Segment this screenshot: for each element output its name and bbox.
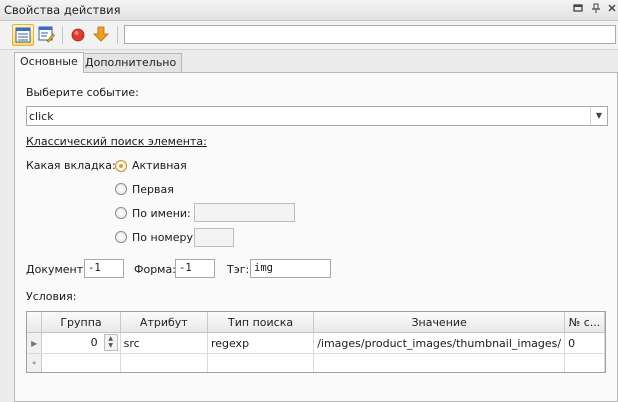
toolbar-separator — [117, 26, 118, 44]
tab-name-field[interactable] — [194, 203, 295, 222]
chevron-down-icon[interactable]: ▼ — [590, 107, 607, 125]
grid-corner — [27, 312, 43, 333]
column-header-attribute[interactable]: Атрибут — [120, 312, 208, 333]
document-field[interactable]: -1 — [84, 259, 124, 278]
table-row[interactable]: ▶ 0 ▲ ▼ src regexp /images/product_images… — [27, 332, 605, 354]
record-button[interactable] — [68, 24, 90, 46]
radio-by-number[interactable] — [115, 231, 127, 243]
pin-icon[interactable] — [590, 3, 601, 14]
toolbar-separator — [62, 26, 63, 44]
search-heading: Классический поиск элемента: — [26, 135, 207, 148]
new-row-cell[interactable] — [564, 353, 605, 372]
document-label: Документ: — [26, 263, 87, 276]
form-label: Форма: — [134, 263, 176, 276]
edit-view-icon — [38, 26, 55, 43]
new-row[interactable]: * — [27, 353, 605, 372]
tab-number-field[interactable] — [194, 228, 234, 247]
conditions-grid: Группа Атрибут Тип поиска Значение № с..… — [26, 311, 606, 373]
column-header-value[interactable]: Значение — [313, 312, 566, 333]
tag-field[interactable]: img — [250, 259, 331, 278]
tab-advanced[interactable]: Дополнительно — [79, 53, 183, 72]
value-cell[interactable]: /images/product_images/thumbnail_images/ — [313, 332, 566, 354]
group-value: 0 — [90, 336, 98, 349]
attribute-cell[interactable]: src — [120, 332, 208, 354]
new-row-cell[interactable] — [41, 353, 121, 372]
window-title: Свойства действия — [4, 3, 121, 17]
new-row-marker[interactable]: * — [27, 353, 43, 372]
properties-view-button[interactable] — [12, 24, 34, 46]
group-cell[interactable]: 0 ▲ ▼ — [41, 332, 121, 354]
radio-by-name[interactable] — [115, 207, 127, 219]
toolbar — [0, 21, 618, 50]
toolbar-input[interactable] — [124, 25, 616, 44]
window-titlebar: Свойства действия — [0, 0, 618, 21]
form-field[interactable]: -1 — [175, 259, 215, 278]
record-icon — [71, 28, 85, 42]
row-indicator-icon[interactable]: ▶ — [27, 332, 43, 354]
radio-by-number-label[interactable]: По номеру: — [132, 231, 197, 244]
close-icon[interactable] — [606, 3, 617, 14]
pin-window-icon[interactable] — [572, 3, 583, 14]
event-label: Выберите событие: — [26, 86, 139, 99]
radio-active[interactable] — [115, 160, 127, 172]
event-select[interactable]: click ▼ — [26, 106, 608, 126]
search-type-cell[interactable]: regexp — [207, 332, 315, 354]
tag-label: Тэг: — [227, 263, 250, 276]
properties-view-icon — [15, 27, 31, 43]
spin-updown-icon[interactable]: ▲ ▼ — [103, 334, 118, 351]
radio-active-label[interactable]: Активная — [132, 159, 187, 172]
tab-choice-label: Какая вкладка: — [26, 159, 116, 172]
radio-by-name-label[interactable]: По имени: — [132, 207, 191, 220]
column-header-search-type[interactable]: Тип поиска — [207, 312, 315, 333]
new-row-cell[interactable] — [313, 353, 566, 372]
grid-header-row: Группа Атрибут Тип поиска Значение № с..… — [27, 312, 605, 333]
edit-view-button[interactable] — [36, 24, 58, 46]
new-row-cell[interactable] — [120, 353, 208, 372]
new-row-cell[interactable] — [207, 353, 315, 372]
column-header-group[interactable]: Группа — [41, 312, 121, 333]
event-select-value: click — [29, 110, 54, 123]
tab-main[interactable]: Основные — [14, 52, 84, 73]
radio-first-label[interactable]: Первая — [132, 183, 174, 196]
column-header-number[interactable]: № с... — [564, 312, 605, 333]
number-cell[interactable]: 0 — [564, 332, 605, 354]
radio-first[interactable] — [115, 183, 127, 195]
move-down-icon — [93, 26, 109, 42]
move-down-button[interactable] — [91, 24, 113, 46]
conditions-label: Условия: — [26, 290, 77, 303]
